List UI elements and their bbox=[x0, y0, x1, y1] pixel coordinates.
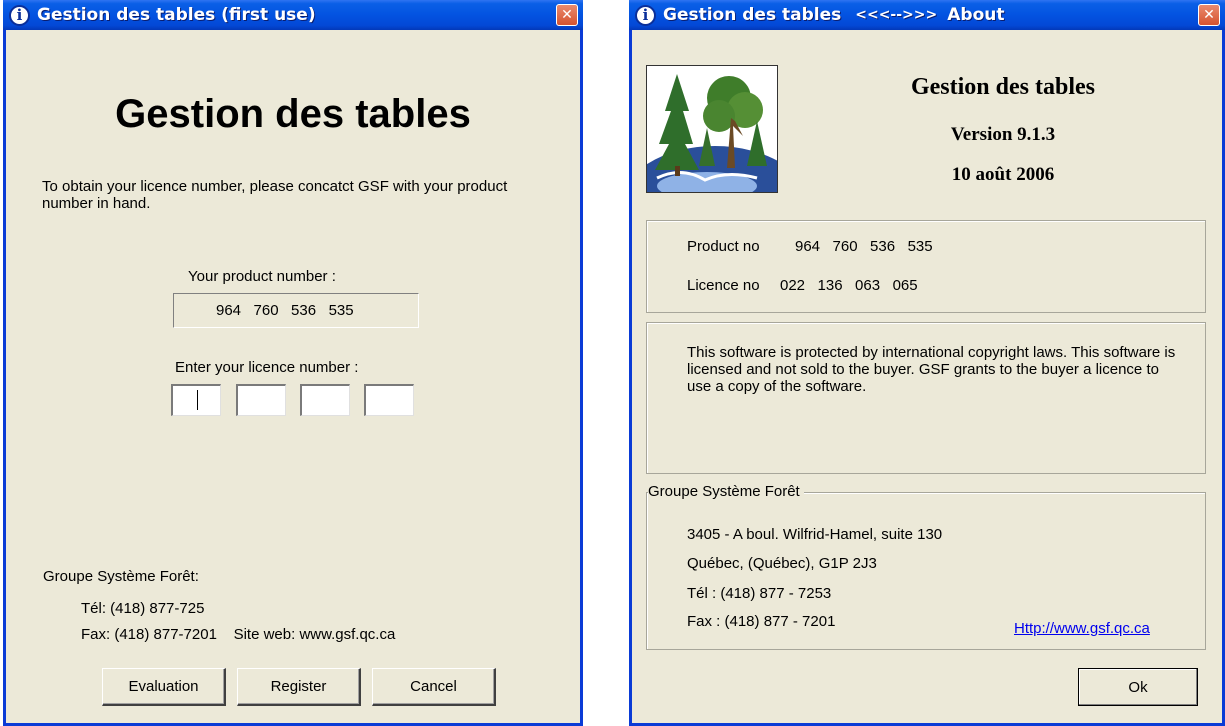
ok-button[interactable]: Ok bbox=[1078, 668, 1198, 706]
company-address-2: Québec, (Québec), G1P 2J3 bbox=[687, 555, 877, 572]
company-tel: Tél: (418) 877-725 bbox=[81, 600, 205, 617]
licence-number-label: Enter your licence number : bbox=[175, 359, 359, 376]
instructions-text: To obtain your licence number, please co… bbox=[42, 178, 508, 212]
licence-no-value: 022 136 063 065 bbox=[780, 277, 918, 294]
company-groupbox: Groupe Système Forêt 3405 - A boul. Wilf… bbox=[646, 483, 1206, 650]
licence-field-4[interactable] bbox=[364, 384, 414, 416]
copyright-panel: This software is protected by internatio… bbox=[646, 322, 1206, 474]
register-button[interactable]: Register bbox=[237, 668, 361, 706]
product-no-label: Product no bbox=[687, 238, 760, 255]
about-app-name: Gestion des tables bbox=[910, 74, 1095, 100]
title-about: About bbox=[947, 5, 1005, 25]
website-link[interactable]: Http://www.gsf.qc.ca bbox=[1014, 620, 1150, 637]
company-fax: Fax : (418) 877 - 7201 bbox=[687, 613, 836, 630]
cancel-button[interactable]: Cancel bbox=[372, 668, 496, 706]
groupbox-title: Groupe Système Forêt bbox=[648, 483, 804, 500]
product-no-value: 964 760 536 535 bbox=[795, 238, 933, 255]
copyright-text: This software is protected by internatio… bbox=[687, 344, 1176, 395]
product-number-label: Your product number : bbox=[188, 268, 336, 285]
close-icon[interactable]: ✕ bbox=[556, 4, 578, 26]
about-version: Version 9.1.3 bbox=[950, 124, 1056, 145]
company-tel: Tél : (418) 877 - 7253 bbox=[687, 585, 832, 602]
info-icon: i bbox=[635, 4, 656, 26]
title-nav: <<<-->>> bbox=[855, 7, 938, 23]
licence-field-2[interactable] bbox=[236, 384, 286, 416]
company-name: Groupe Système Forêt: bbox=[43, 568, 199, 585]
licence-no-label: Licence no bbox=[687, 277, 760, 294]
licence-info-panel: Product no 964 760 536 535 Licence no 02… bbox=[646, 220, 1206, 313]
window-title: Gestion des tables bbox=[663, 5, 842, 25]
about-date: 10 août 2006 bbox=[951, 164, 1055, 185]
close-icon[interactable]: ✕ bbox=[1198, 4, 1220, 26]
about-window: i Gestion des tables <<<-->>> About ✕ Ge… bbox=[629, 0, 1225, 726]
info-icon: i bbox=[9, 4, 30, 26]
title-bar[interactable]: i Gestion des tables <<<-->>> About ✕ bbox=[629, 0, 1225, 30]
licence-field-1[interactable] bbox=[171, 384, 221, 416]
company-fax-site: Fax: (418) 877-7201 Site web: www.gsf.qc… bbox=[81, 626, 396, 643]
window-title: Gestion des tables (first use) bbox=[37, 5, 316, 25]
product-number-display: 964 760 536 535 bbox=[173, 293, 419, 328]
title-bar[interactable]: i Gestion des tables (first use) ✕ bbox=[3, 0, 583, 30]
company-address-1: 3405 - A boul. Wilfrid-Hamel, suite 130 bbox=[687, 526, 943, 543]
first-use-window: i Gestion des tables (first use) ✕ Gesti… bbox=[3, 0, 583, 726]
product-number-value: 964 760 536 535 bbox=[216, 302, 354, 319]
tree-globe-logo-icon bbox=[646, 65, 778, 193]
evaluation-button[interactable]: Evaluation bbox=[102, 668, 226, 706]
licence-field-3[interactable] bbox=[300, 384, 350, 416]
app-heading: Gestion des tables bbox=[115, 92, 471, 136]
